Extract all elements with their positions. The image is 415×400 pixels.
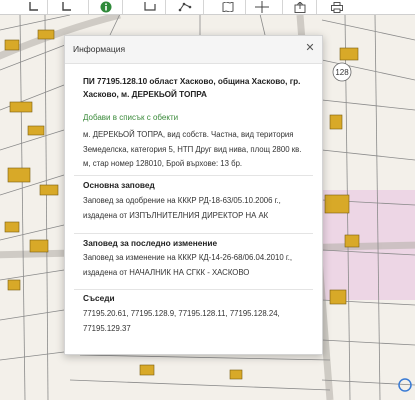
- print-icon[interactable]: [327, 0, 347, 14]
- object-title: ПИ 77195.128.10 област Хасково, община Х…: [83, 77, 301, 99]
- dialog-header[interactable]: Информация ✕: [65, 36, 322, 64]
- object-description: м. ДЕРЕКЬОЙ ТОПРА, вид собств. Частна, в…: [83, 130, 302, 168]
- divider: [74, 175, 313, 176]
- section-text-main-order: Заповед за одобрение на КККР РД-18-63/05…: [83, 196, 281, 220]
- info-icon[interactable]: [96, 0, 116, 14]
- parcel-number-label: 128: [335, 68, 349, 77]
- rectangle-tool-icon[interactable]: [140, 0, 160, 14]
- section-text-last-change: Заповед за изменение на КККР КД-14-26-68…: [83, 253, 293, 277]
- section-title-neighbors: Съседи: [83, 293, 115, 303]
- neighbors-list[interactable]: 77195.20.61, 77195.128.9, 77195.128.11, …: [83, 307, 311, 336]
- add-to-list-link[interactable]: Добави в списък с обекти: [83, 113, 178, 122]
- map-toolbar: [0, 0, 415, 15]
- section-title-main-order: Основна заповед: [83, 180, 155, 190]
- export-icon[interactable]: [290, 0, 310, 14]
- divider: [74, 233, 313, 234]
- polygon-tool-icon[interactable]: [175, 0, 195, 14]
- crosshair-icon[interactable]: [252, 0, 272, 14]
- corner-tool-icon[interactable]: [24, 0, 44, 14]
- dialog-title: Информация: [73, 44, 126, 54]
- divider: [74, 289, 313, 290]
- dialog-body: ПИ 77195.128.10 област Хасково, община Х…: [65, 64, 322, 354]
- close-icon[interactable]: ✕: [303, 41, 317, 55]
- corner-tool-2-icon[interactable]: [57, 0, 77, 14]
- info-dialog: Информация ✕ ПИ 77195.128.10 област Хаск…: [64, 35, 323, 355]
- map-icon[interactable]: [218, 0, 238, 14]
- section-title-last-change: Заповед за последно изменение: [83, 238, 218, 248]
